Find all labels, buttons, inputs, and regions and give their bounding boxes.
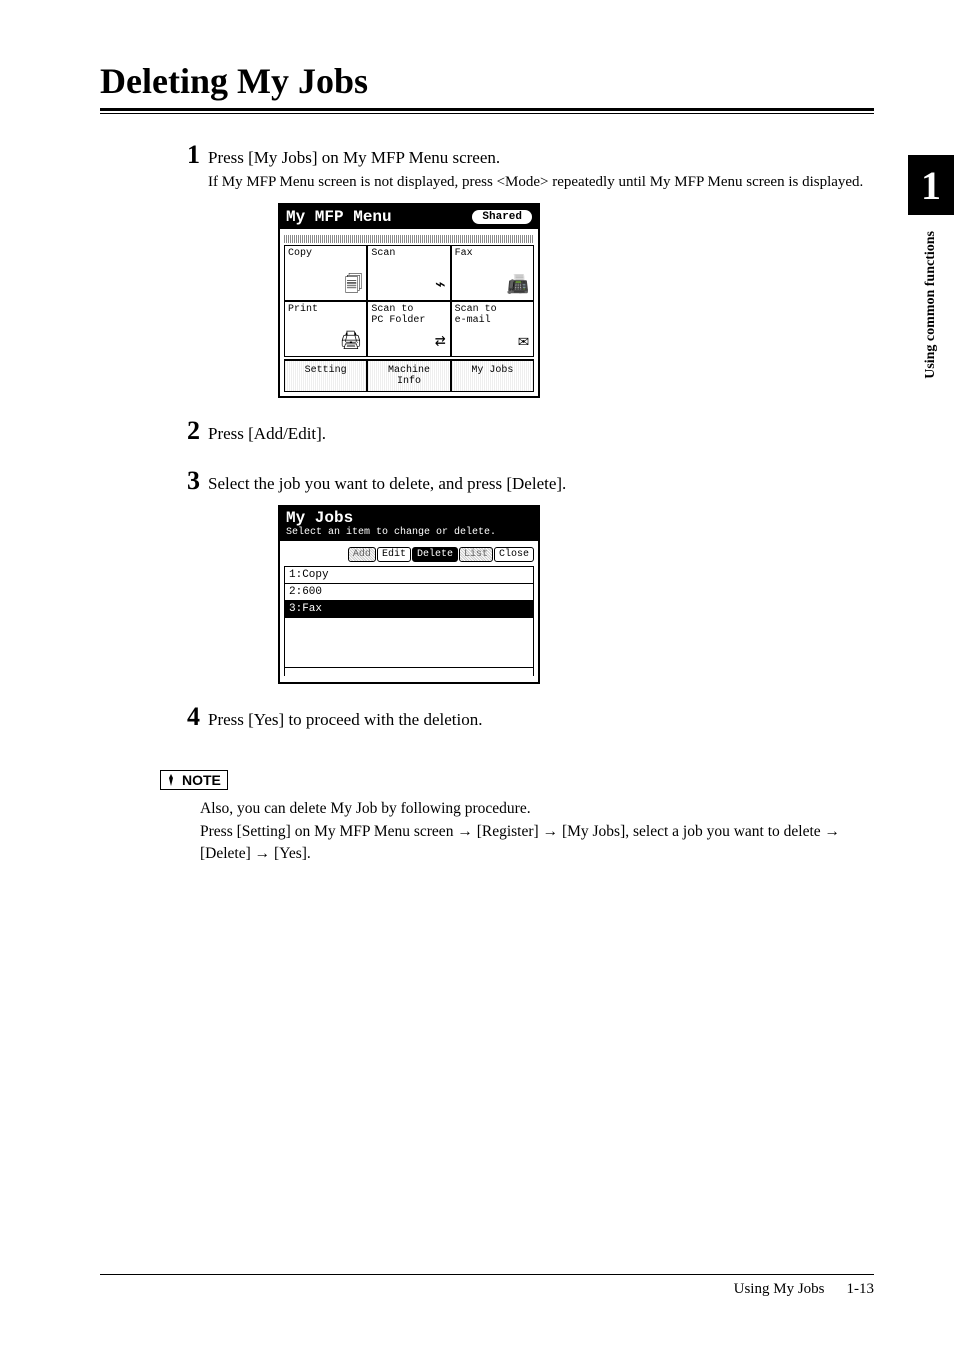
note-line-2: Press [Setting] on My MFP Menu screen → … xyxy=(200,821,860,866)
page-title: Deleting My Jobs xyxy=(100,60,874,102)
bottom-setting[interactable]: Setting xyxy=(284,360,367,392)
menu-copy[interactable]: Copy 🗐 xyxy=(284,245,367,301)
print-icon: 🖨 xyxy=(339,333,362,353)
step-number: 2 xyxy=(170,418,200,444)
side-chapter-title: Using common functions xyxy=(923,231,939,379)
note-icon xyxy=(164,773,178,787)
step-number: 1 xyxy=(170,142,200,168)
list-button[interactable]: List xyxy=(459,547,493,562)
step-text: Select the job you want to delete, and p… xyxy=(208,468,566,496)
note-body: Also, you can delete My Job by following… xyxy=(200,798,860,865)
arrow-icon: → xyxy=(255,845,271,862)
divider-dots xyxy=(284,235,534,243)
menu-label: Fax xyxy=(455,248,473,259)
fax-icon: 📠 xyxy=(507,277,529,297)
job-list: 1:Copy 2:600 3:Fax xyxy=(284,566,534,676)
step-text: Press [Yes] to proceed with the deletion… xyxy=(208,704,482,732)
folder-arrow-icon: ⇄ xyxy=(435,333,446,353)
bottom-machine-info[interactable]: Machine Info xyxy=(367,360,450,392)
note-text: [Delete] xyxy=(200,845,255,862)
footer-section: Using My Jobs xyxy=(734,1281,825,1298)
menu-label: Print xyxy=(288,304,318,315)
arrow-icon: → xyxy=(457,823,473,840)
menu-label: Scan to e-mail xyxy=(455,304,497,326)
scan-icon: ⌁ xyxy=(435,277,446,297)
bottom-my-jobs[interactable]: My Jobs xyxy=(451,360,534,392)
menu-scan[interactable]: Scan ⌁ xyxy=(367,245,450,301)
copy-icon: 🗐 xyxy=(344,277,362,297)
footer-page-number: 1-13 xyxy=(847,1281,875,1298)
list-item[interactable]: 1:Copy xyxy=(285,567,533,584)
menu-scan-pc[interactable]: Scan to PC Folder ⇄ xyxy=(367,301,450,357)
mail-arrow-icon: ✉ xyxy=(518,333,529,353)
step-number: 4 xyxy=(170,704,200,730)
note-line-1: Also, you can delete My Job by following… xyxy=(200,798,860,820)
step-number: 3 xyxy=(170,468,200,494)
step-text: Press [My Jobs] on My MFP Menu screen. xyxy=(208,146,863,170)
page-footer: Using My Jobs 1-13 xyxy=(100,1274,874,1298)
step-subtext: If My MFP Menu screen is not displayed, … xyxy=(208,172,863,193)
edit-button[interactable]: Edit xyxy=(377,547,411,562)
arrow-icon: → xyxy=(543,823,559,840)
menu-scan-email[interactable]: Scan to e-mail ✉ xyxy=(451,301,534,357)
list-empty-area xyxy=(285,618,533,668)
add-button[interactable]: Add xyxy=(348,547,376,562)
close-button[interactable]: Close xyxy=(494,547,534,562)
menu-fax[interactable]: Fax 📠 xyxy=(451,245,534,301)
note-label: NOTE xyxy=(160,770,228,790)
step-4: 4 Press [Yes] to proceed with the deleti… xyxy=(170,704,870,732)
lcd-my-mfp-menu: My MFP Menu Shared Copy 🗐 Scan ⌁ Fax 📠 xyxy=(278,203,540,398)
step-2: 2 Press [Add/Edit]. xyxy=(170,418,870,446)
delete-button[interactable]: Delete xyxy=(412,547,458,562)
lcd-my-jobs: My Jobs Select an item to change or dele… xyxy=(278,505,540,684)
menu-print[interactable]: Print 🖨 xyxy=(284,301,367,357)
lcd1-title: My MFP Menu xyxy=(286,208,392,226)
note-text: [Yes]. xyxy=(270,845,311,862)
menu-label: Scan to PC Folder xyxy=(371,304,425,326)
lcd2-title: My Jobs xyxy=(286,509,532,527)
side-tab: 1 Using common functions xyxy=(908,155,954,405)
lcd2-subtitle: Select an item to change or delete. xyxy=(286,527,532,538)
step-3: 3 Select the job you want to delete, and… xyxy=(170,468,870,496)
menu-label: Scan xyxy=(371,248,395,259)
title-rule xyxy=(100,108,874,114)
shared-button[interactable]: Shared xyxy=(472,210,532,224)
note-text: [My Jobs], select a job you want to dele… xyxy=(558,823,824,840)
list-item[interactable]: 2:600 xyxy=(285,584,533,601)
arrow-icon: → xyxy=(825,823,841,840)
menu-label: Copy xyxy=(288,248,312,259)
step-text: Press [Add/Edit]. xyxy=(208,418,326,446)
step-1: 1 Press [My Jobs] on My MFP Menu screen.… xyxy=(170,142,870,193)
side-chapter-number: 1 xyxy=(908,155,954,215)
note-label-text: NOTE xyxy=(182,772,221,788)
list-item-selected[interactable]: 3:Fax xyxy=(285,601,533,618)
note-text: [Register] xyxy=(473,823,543,840)
note-text: Press [Setting] on My MFP Menu screen xyxy=(200,823,457,840)
